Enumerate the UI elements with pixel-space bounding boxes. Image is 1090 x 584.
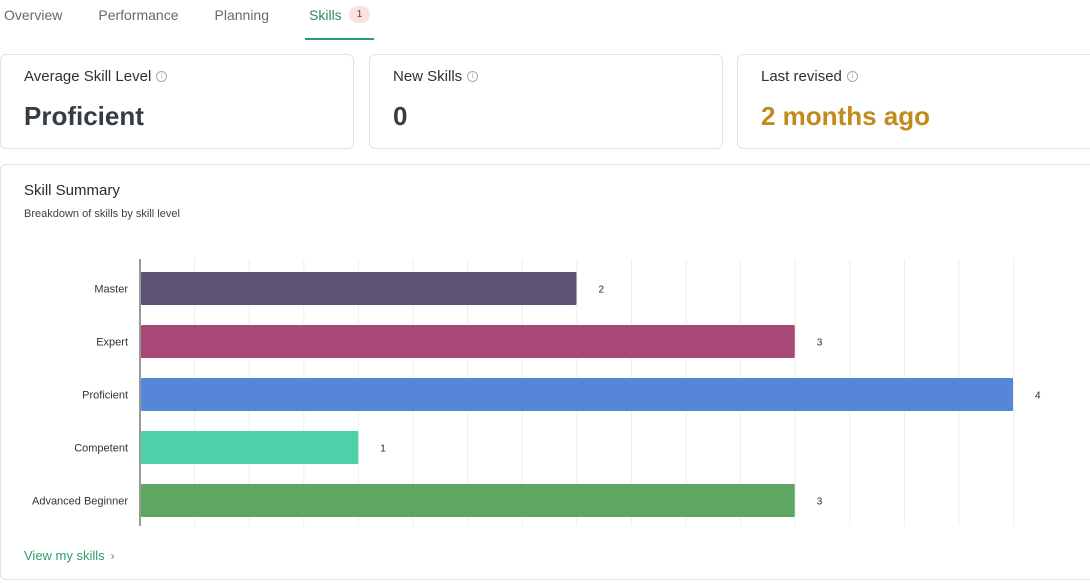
- tab-performance[interactable]: Performance: [98, 0, 178, 41]
- tab-bar: Overview Performance Planning Skills 1: [0, 0, 1090, 41]
- bar-advanced-beginner: [141, 484, 795, 517]
- tab-overview[interactable]: Overview: [4, 0, 62, 41]
- chevron-right-icon: ›: [110, 548, 115, 563]
- bar-expert: [141, 325, 795, 358]
- info-icon[interactable]: i: [156, 71, 168, 82]
- tab-overview-label: Overview: [4, 7, 63, 23]
- tab-performance-label: Performance: [98, 7, 179, 23]
- info-icon[interactable]: i: [846, 71, 858, 82]
- skill-summary-title: Skill Summary: [24, 182, 120, 199]
- tab-skills-label: Skills: [309, 7, 342, 23]
- card-title: New Skills i: [393, 68, 479, 85]
- card-title: Last revised i: [761, 68, 858, 85]
- tab-planning[interactable]: Planning: [215, 0, 270, 41]
- last-revised-card: Last revised i 2 months ago: [737, 54, 1090, 149]
- data-label: 3: [817, 338, 823, 349]
- data-label: 3: [817, 497, 823, 508]
- average-skill-level-value: Proficient: [24, 101, 144, 131]
- data-label: 1: [380, 444, 386, 455]
- skill-summary-chart: Master 2 Expert 3 Proficient 4 Competent 1 Advan…: [32, 259, 1041, 526]
- new-skills-card: New Skills i 0: [369, 54, 723, 149]
- tab-skills[interactable]: Skills 1: [305, 0, 375, 41]
- average-skill-level-card: Average Skill Level i Proficient: [0, 54, 354, 149]
- new-skills-value: 0: [393, 101, 408, 131]
- bar-competent: [141, 431, 359, 464]
- category-label: Master: [94, 284, 128, 296]
- bar-proficient: [141, 378, 1013, 411]
- last-revised-title: Last revised: [761, 68, 842, 85]
- category-label: Advanced Beginner: [32, 496, 128, 508]
- category-label: Proficient: [82, 390, 128, 402]
- bar-master: [141, 272, 577, 305]
- info-icon[interactable]: i: [467, 71, 479, 82]
- skill-summary-subtitle: Breakdown of skills by skill level: [24, 208, 180, 220]
- data-label: 2: [599, 285, 605, 296]
- new-skills-title: New Skills: [393, 68, 463, 85]
- data-label: 4: [1035, 391, 1041, 402]
- last-revised-value: 2 months ago: [761, 101, 931, 131]
- tab-skills-count-badge: 1: [348, 6, 371, 23]
- view-my-skills-label: View my skills: [24, 548, 105, 563]
- average-skill-level-title: Average Skill Level: [24, 68, 152, 85]
- category-label: Expert: [96, 337, 128, 349]
- view-my-skills-link[interactable]: View my skills ›: [24, 548, 115, 563]
- tab-planning-label: Planning: [214, 7, 270, 23]
- skill-summary-panel: Master 2 Expert 3 Proficient 4 Competent 1 Advan…: [0, 164, 1090, 580]
- skills-page: Overview Performance Planning Skills 1 A…: [0, 0, 1090, 584]
- card-title: Average Skill Level i: [24, 68, 168, 85]
- category-label: Competent: [74, 443, 128, 455]
